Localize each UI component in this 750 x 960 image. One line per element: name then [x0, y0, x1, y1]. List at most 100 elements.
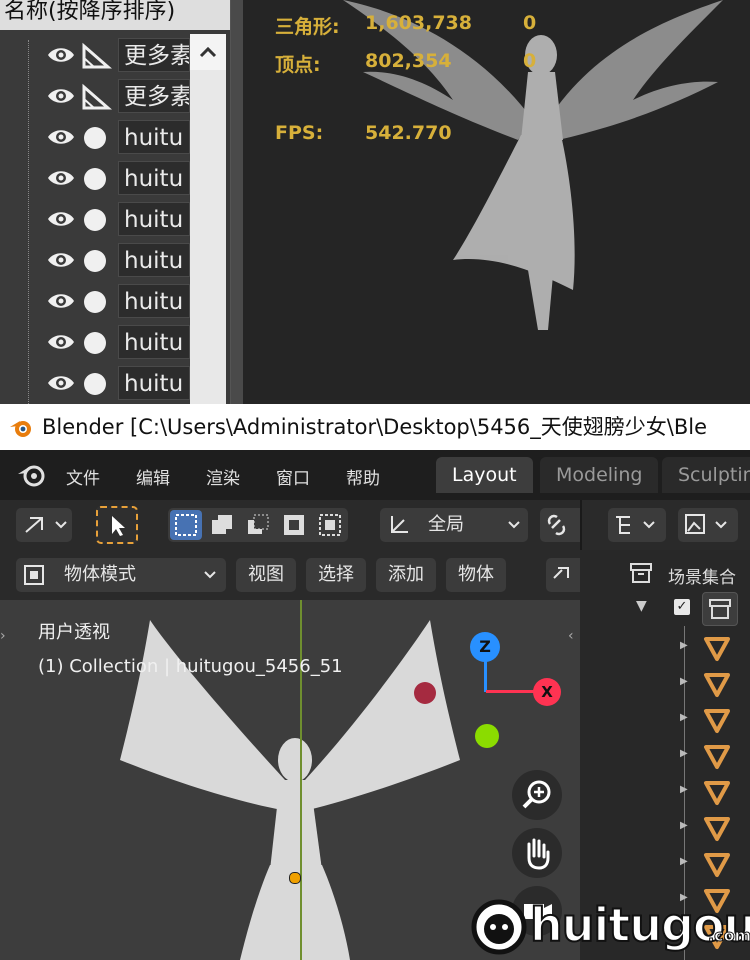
outliner-object-row[interactable]: ▶: [580, 846, 750, 882]
zoom-button[interactable]: [512, 770, 562, 820]
expand-arrow-icon[interactable]: ▶: [680, 748, 688, 759]
sphere-icon: [84, 373, 106, 395]
select-tool-button[interactable]: [96, 506, 138, 544]
collection-icon-button[interactable]: [702, 592, 738, 626]
gizmo-neg-x-button[interactable]: [414, 682, 436, 704]
eye-icon[interactable]: [46, 250, 76, 270]
expand-arrow-icon[interactable]: ▶: [680, 784, 688, 795]
visibility-dropdown[interactable]: [546, 558, 580, 592]
expand-arrow-icon[interactable]: ▶: [680, 640, 688, 651]
toolbar-expand-icon[interactable]: ›: [0, 628, 12, 646]
y-axis-line: [300, 600, 302, 960]
blender-menu-icon[interactable]: [16, 462, 46, 488]
3d-viewport[interactable]: 全局 物体模式 视图 选择 添加 物体 › ‹ 用户透视 (1) Collection…: [0, 500, 580, 960]
expand-arrow-icon[interactable]: ▶: [680, 676, 688, 687]
eye-icon[interactable]: [46, 45, 76, 65]
object-list-row[interactable]: huitu: [0, 200, 190, 240]
snap-toggle[interactable]: [540, 508, 580, 542]
model-preview[interactable]: 三角形: 1,603,738 0 顶点: 802,354 0 FPS: 542.…: [243, 0, 750, 404]
object-list-row[interactable]: huitu: [0, 118, 190, 158]
object-name[interactable]: huitu: [118, 243, 190, 277]
outliner-object-row[interactable]: ▶: [580, 810, 750, 846]
eye-icon[interactable]: [46, 127, 76, 147]
menu-item[interactable]: 窗口: [276, 464, 310, 489]
menu-item[interactable]: 编辑: [136, 464, 170, 489]
expand-arrow-icon[interactable]: ▶: [680, 820, 688, 831]
sphere-icon: [84, 209, 106, 231]
outliner-object-row[interactable]: ▶: [580, 630, 750, 666]
filter-dropdown[interactable]: [678, 508, 738, 542]
list-column-header[interactable]: 名称(按降序排序): [0, 0, 232, 30]
mesh-triangle-icon: [82, 42, 112, 69]
vertices-selected: 0: [523, 50, 537, 72]
eye-icon[interactable]: [46, 373, 76, 393]
object-list-row[interactable]: huitu: [0, 364, 190, 404]
transform-orientation-dropdown[interactable]: 全局: [380, 508, 528, 542]
select-invert-button[interactable]: [278, 510, 310, 540]
menu-item[interactable]: 帮助: [346, 464, 380, 489]
object-name[interactable]: huitu: [118, 284, 190, 318]
menu-item[interactable]: 文件: [66, 464, 100, 489]
scene-collection-row[interactable]: 场景集合: [580, 555, 750, 591]
object-name[interactable]: huitu: [118, 325, 190, 359]
viewport-menu[interactable]: 选择: [306, 558, 366, 592]
pane-splitter[interactable]: [230, 0, 244, 404]
viewport-menu[interactable]: 物体: [446, 558, 506, 592]
object-mode-icon: [24, 565, 44, 585]
eye-icon[interactable]: [46, 332, 76, 352]
object-name[interactable]: 更多素: [118, 79, 190, 113]
orientation-axes-icon: [391, 516, 408, 533]
workspace-tab[interactable]: Sculptin: [662, 457, 750, 493]
expand-arrow-icon[interactable]: ▶: [680, 712, 688, 723]
object-list-row[interactable]: 更多素: [0, 36, 190, 76]
mesh-object-icon: [704, 673, 730, 697]
outliner-object-row[interactable]: ▶: [580, 738, 750, 774]
mesh-object-icon: [704, 781, 730, 805]
interaction-mode-dropdown[interactable]: 物体模式: [16, 558, 226, 592]
outliner-object-row[interactable]: ▶: [580, 666, 750, 702]
object-name[interactable]: huitu: [118, 202, 190, 236]
object-name[interactable]: 更多素: [118, 38, 190, 72]
eye-icon[interactable]: [46, 291, 76, 311]
object-list-row[interactable]: huitu: [0, 159, 190, 199]
object-list-row[interactable]: huitu: [0, 282, 190, 322]
outliner-panel: 场景集合 ▼ ✓ ▶ ▶ ▶ ▶ ▶ ▶ ▶ ▶ ▶: [580, 500, 750, 960]
select-subtract-button[interactable]: [242, 510, 274, 540]
collection-checkbox[interactable]: ✓: [674, 599, 690, 615]
object-name[interactable]: huitu: [118, 120, 190, 154]
eye-icon[interactable]: [46, 209, 76, 229]
workspace-tab[interactable]: Layout: [436, 457, 533, 493]
collection-row[interactable]: ▼ ✓: [580, 590, 750, 626]
viewport-menu[interactable]: 视图: [236, 558, 296, 592]
list-scrollbar[interactable]: [190, 34, 226, 404]
gizmo-z-button[interactable]: Z: [470, 632, 500, 662]
transform-pivot-dropdown[interactable]: [16, 508, 72, 542]
display-mode-dropdown[interactable]: [608, 508, 666, 542]
object-list-row[interactable]: 更多素: [0, 77, 190, 117]
gizmo-y-button[interactable]: [475, 724, 499, 748]
pan-button[interactable]: [512, 828, 562, 878]
scroll-up-button[interactable]: [190, 34, 226, 70]
outliner-object-row[interactable]: ▶: [580, 774, 750, 810]
object-list-row[interactable]: huitu: [0, 241, 190, 281]
select-extend-icon: [212, 515, 232, 534]
select-new-button[interactable]: [170, 510, 202, 540]
gizmo-x-button[interactable]: X: [533, 678, 561, 706]
expand-triangle-icon[interactable]: ▼: [636, 598, 647, 614]
object-list-row[interactable]: huitu: [0, 323, 190, 363]
object-name[interactable]: huitu: [118, 161, 190, 195]
menu-item[interactable]: 渲染: [206, 464, 240, 489]
viewport-header-menus: 物体模式 视图 选择 添加 物体: [0, 550, 580, 600]
zoom-in-icon: [522, 780, 551, 809]
outliner-object-row[interactable]: ▶: [580, 702, 750, 738]
select-intersect-button[interactable]: [314, 510, 346, 540]
sidebar-expand-icon[interactable]: ‹: [568, 628, 580, 646]
object-name[interactable]: huitu: [118, 366, 190, 400]
viewport-header-tools: 全局: [0, 500, 580, 550]
eye-icon[interactable]: [46, 86, 76, 106]
eye-icon[interactable]: [46, 168, 76, 188]
viewport-menu[interactable]: 添加: [376, 558, 436, 592]
expand-arrow-icon[interactable]: ▶: [680, 856, 688, 867]
workspace-tab[interactable]: Modeling: [540, 457, 659, 493]
select-extend-button[interactable]: [206, 510, 238, 540]
